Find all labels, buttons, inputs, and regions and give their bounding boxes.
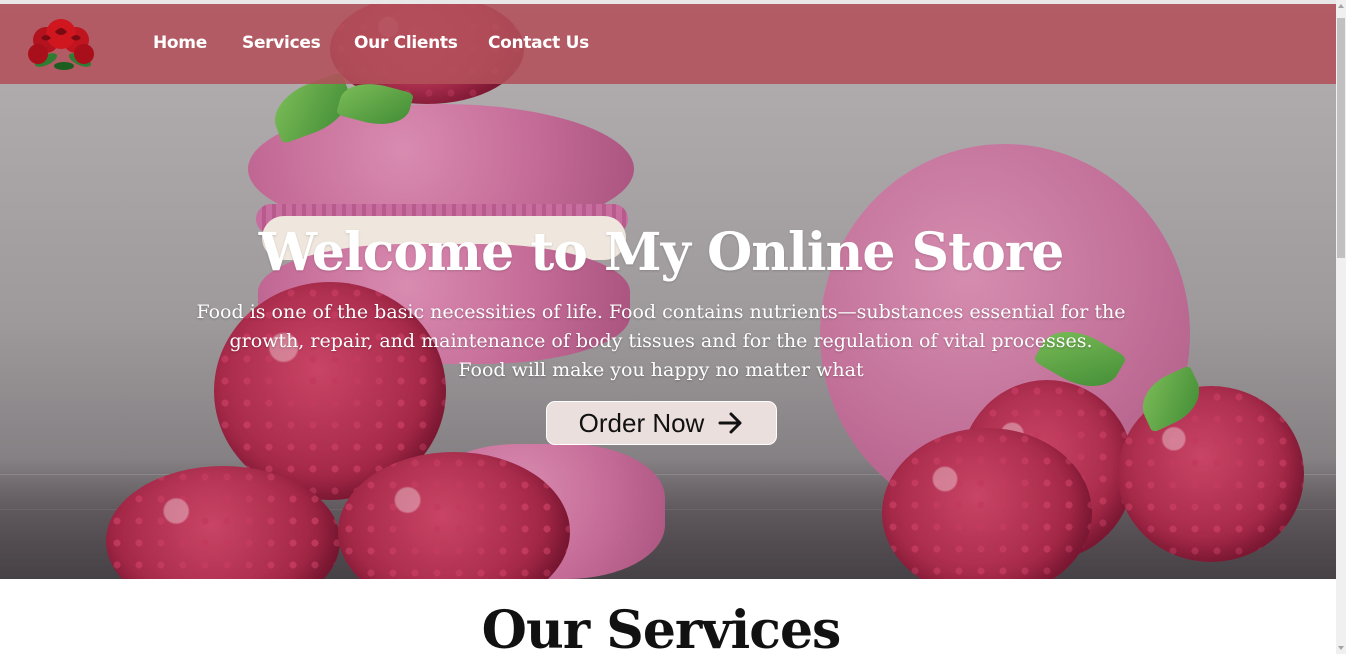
nav-home-link[interactable]: Home (153, 33, 207, 53)
hero-banner (0, 4, 1336, 579)
hero-description-line: Food is one of the basic necessities of … (196, 301, 1126, 323)
scrollbar-thumb[interactable] (1337, 18, 1345, 258)
nav-our-clients-link[interactable]: Our Clients (354, 33, 458, 53)
rose-logo-icon[interactable] (24, 16, 98, 72)
scroll-up-icon[interactable] (1338, 4, 1344, 8)
hero-description: Food is one of the basic necessities of … (190, 298, 1132, 385)
arrow-right-icon (718, 412, 744, 434)
order-now-button[interactable]: Order Now (546, 401, 777, 445)
scroll-down-icon[interactable] (1338, 646, 1344, 650)
page-scrollbar[interactable] (1336, 0, 1346, 654)
hero-title: Welcome to My Online Store (258, 222, 1065, 283)
hero-description-line: growth, repair, and maintenance of body … (229, 330, 1093, 352)
order-now-label: Order Now (578, 407, 705, 438)
hero-description-line: Food will make you happy no matter what (458, 359, 864, 381)
nav-contact-us-link[interactable]: Contact Us (488, 33, 589, 53)
services-heading: Our Services (481, 600, 842, 661)
navbar: Home Services Our Clients Contact Us (0, 4, 1336, 84)
nav-services-link[interactable]: Services (242, 33, 321, 53)
